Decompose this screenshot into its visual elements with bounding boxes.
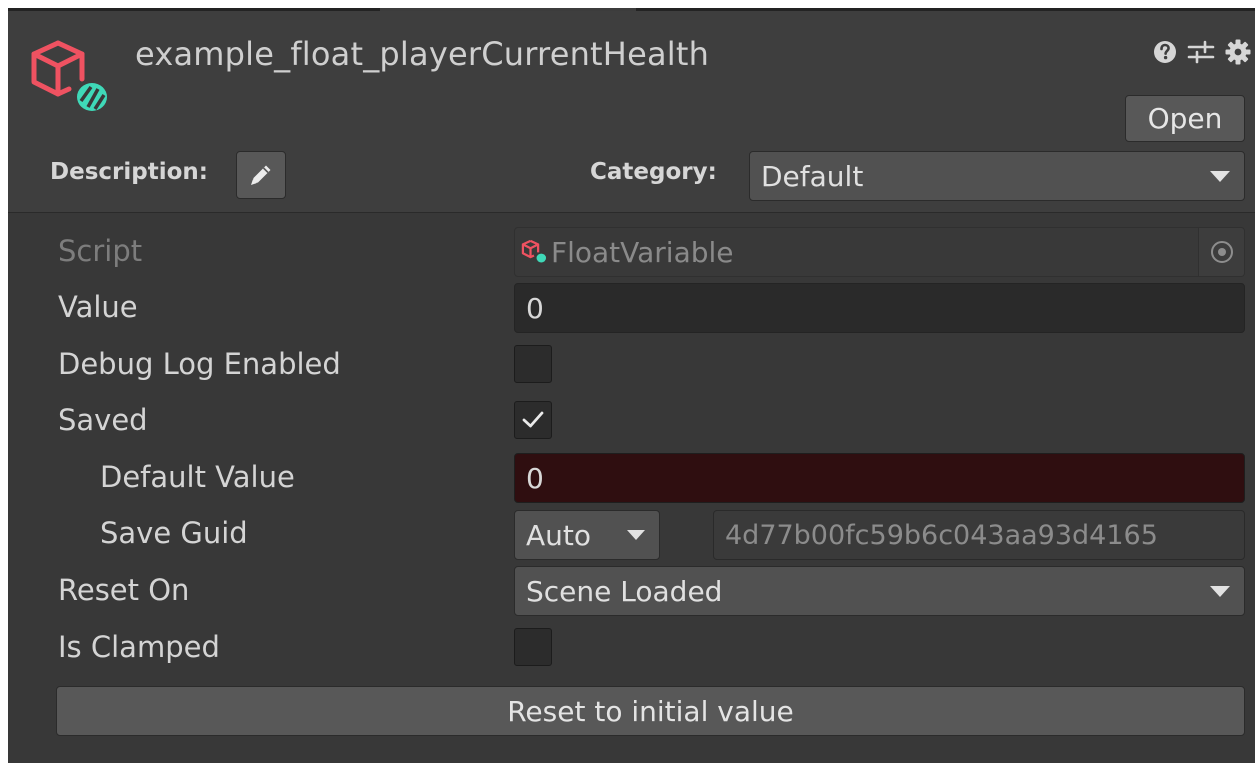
sliders-icon[interactable] [1187, 40, 1215, 64]
object-picker-button[interactable] [1198, 228, 1244, 276]
help-icon[interactable] [1153, 40, 1177, 64]
edit-description-button[interactable] [236, 151, 286, 199]
save-guid-mode-dropdown[interactable]: Auto [514, 510, 660, 560]
save-guid-field[interactable]: 4d77b00fc59b6c043aa93d4165 [713, 510, 1245, 560]
reset-to-initial-value-button[interactable]: Reset to initial value [56, 686, 1245, 736]
open-button[interactable]: Open [1125, 95, 1245, 142]
reset-on-value: Scene Loaded [526, 574, 723, 608]
saved-checkbox[interactable] [514, 401, 552, 439]
default-value-text: 0 [526, 461, 544, 495]
inspector-header: example_float_playerCurrentHealth Open D… [8, 11, 1255, 213]
edit-icon [251, 165, 271, 185]
save-guid-mode-value: Auto [526, 518, 592, 552]
script-value: FloatVariable [551, 235, 734, 269]
header-toolbar [1153, 39, 1251, 65]
script-field[interactable]: FloatVariable [514, 227, 1245, 277]
save-guid-value: 4d77b00fc59b6c043aa93d4165 [725, 519, 1158, 551]
value-text: 0 [526, 291, 544, 325]
category-dropdown[interactable]: Default [749, 151, 1245, 201]
category-value: Default [761, 159, 864, 193]
description-label: Description: [50, 159, 208, 185]
default-value-label: Default Value [100, 460, 295, 494]
category-label: Category: [590, 159, 717, 185]
gear-icon[interactable] [1225, 39, 1251, 65]
debug-log-checkbox[interactable] [514, 345, 552, 383]
is-clamped-label: Is Clamped [58, 630, 220, 664]
value-input[interactable]: 0 [514, 283, 1245, 333]
saved-label: Saved [58, 403, 148, 437]
debug-log-label: Debug Log Enabled [58, 347, 341, 381]
chevron-down-icon [1210, 586, 1230, 597]
float-variable-asset-icon [31, 40, 107, 111]
is-clamped-checkbox[interactable] [514, 628, 552, 666]
reset-on-label: Reset On [58, 573, 190, 607]
value-label: Value [58, 290, 138, 324]
asset-title: example_float_playerCurrentHealth [135, 35, 710, 73]
target-icon [1210, 241, 1233, 263]
checkmark-icon [522, 411, 544, 428]
default-value-input[interactable]: 0 [514, 453, 1245, 503]
script-label: Script [58, 234, 143, 268]
reset-on-dropdown[interactable]: Scene Loaded [514, 566, 1245, 616]
inspector-panel: example_float_playerCurrentHealth Open D… [8, 8, 1255, 763]
chevron-down-icon [627, 530, 645, 540]
chevron-down-icon [1210, 171, 1230, 182]
float-variable-script-icon [521, 239, 547, 263]
save-guid-label: Save Guid [100, 516, 248, 550]
